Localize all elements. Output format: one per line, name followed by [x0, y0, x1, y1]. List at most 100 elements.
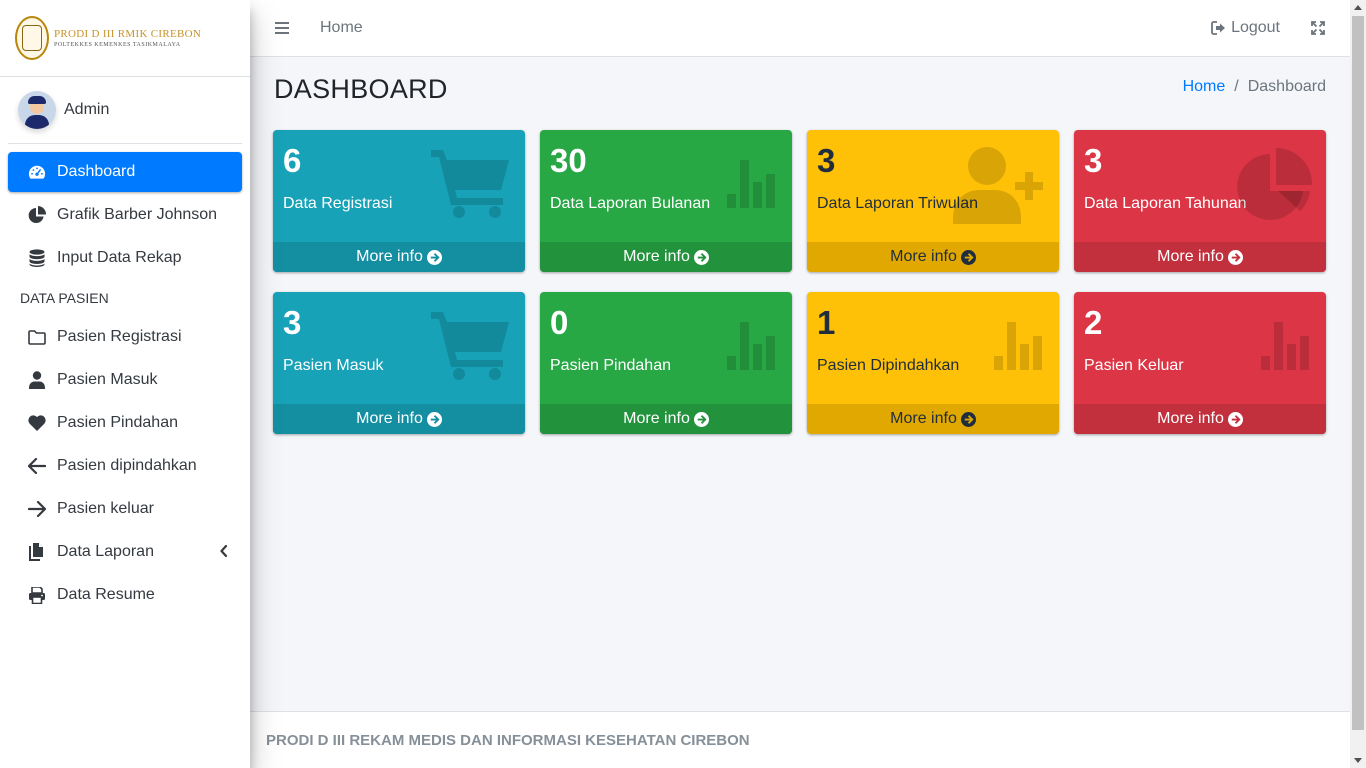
- brand-link[interactable]: PRODI D III RMIK CIREBON POLTEKKES KEMEN…: [0, 0, 250, 77]
- box-label: Data Laporan Tahunan: [1084, 195, 1247, 212]
- box-value: 2: [1084, 304, 1103, 341]
- user-plus-icon: [953, 146, 1049, 229]
- arrow-left-icon: [28, 457, 46, 475]
- avatar: [18, 91, 56, 129]
- scroll-down-arrow-icon[interactable]: [1354, 758, 1362, 763]
- more-info-link[interactable]: More info: [273, 404, 525, 434]
- arrow-circle-right-icon: [426, 411, 442, 427]
- box-value: 3: [1084, 142, 1103, 179]
- box-label: Pasien Dipindahkan: [817, 357, 960, 374]
- pie-chart-icon: [1236, 148, 1313, 225]
- sidebar-item-data-laporan[interactable]: Data Laporan: [8, 532, 242, 572]
- shopping-cart-icon: [431, 308, 511, 387]
- more-info-label: More info: [1157, 248, 1224, 265]
- sidebar: PRODI D III RMIK CIREBON POLTEKKES KEMEN…: [0, 0, 250, 768]
- box-label: Data Laporan Bulanan: [550, 195, 711, 212]
- more-info-label: More info: [623, 248, 690, 265]
- database-icon: [28, 249, 46, 267]
- more-info-link[interactable]: More info: [540, 242, 792, 272]
- more-info-link[interactable]: More info: [807, 242, 1059, 272]
- brand-title: PRODI D III RMIK CIREBON: [54, 27, 202, 40]
- top-navbar: Home Logout: [250, 0, 1350, 57]
- arrow-right-icon: [28, 500, 46, 518]
- sidebar-item-grafik[interactable]: Grafik Barber Johnson: [8, 195, 242, 235]
- more-info-link[interactable]: More info: [540, 404, 792, 434]
- sidebar-item-pasien-pindahan[interactable]: Pasien Pindahan: [8, 403, 242, 443]
- arrow-circle-right-icon: [693, 249, 709, 265]
- more-info-link[interactable]: More info: [807, 404, 1059, 434]
- heart-icon: [28, 414, 46, 432]
- content-header: DASHBOARD Home / Dashboard: [250, 57, 1350, 123]
- small-box-pasien-dipindahkan: 1 Pasien Dipindahkan More info: [807, 292, 1059, 434]
- box-value: 3: [283, 304, 302, 341]
- bar-chart-icon: [994, 322, 1044, 375]
- arrow-circle-right-icon: [1227, 249, 1243, 265]
- brand-logo-icon: [15, 16, 49, 60]
- sidebar-item-pasien-registrasi[interactable]: Pasien Registrasi: [8, 317, 242, 357]
- sidebar-item-label: Dashboard: [57, 163, 136, 180]
- breadcrumb-separator: /: [1234, 78, 1239, 95]
- box-label: Pasien Masuk: [283, 357, 384, 374]
- small-box-laporan-tahunan: 3 Data Laporan Tahunan More info: [1074, 130, 1326, 272]
- more-info-link[interactable]: More info: [273, 242, 525, 272]
- scroll-up-arrow-icon[interactable]: [1354, 5, 1362, 10]
- arrow-circle-right-icon: [960, 249, 976, 265]
- sidebar-item-label: Data Laporan: [57, 543, 154, 560]
- box-label: Pasien Keluar: [1084, 357, 1184, 374]
- sidebar-item-label: Pasien Pindahan: [57, 414, 178, 431]
- footer-text: PRODI D III REKAM MEDIS DAN INFORMASI KE…: [266, 731, 750, 749]
- small-box-pasien-pindahan: 0 Pasien Pindahan More info: [540, 292, 792, 434]
- sidebar-item-label: Pasien keluar: [57, 500, 154, 517]
- bar-chart-icon: [1261, 322, 1311, 375]
- box-value: 30: [550, 142, 587, 179]
- sidebar-item-dashboard[interactable]: Dashboard: [8, 152, 242, 192]
- bar-chart-icon: [727, 322, 777, 375]
- user-icon: [28, 371, 46, 389]
- small-box-laporan-bulanan: 30 Data Laporan Bulanan More info: [540, 130, 792, 272]
- logout-label: Logout: [1231, 19, 1280, 36]
- box-value: 1: [817, 304, 836, 341]
- breadcrumb-home-link[interactable]: Home: [1183, 78, 1226, 96]
- more-info-label: More info: [1157, 410, 1224, 427]
- nav-home-link[interactable]: Home: [320, 19, 363, 37]
- more-info-label: More info: [890, 248, 957, 265]
- main-footer: PRODI D III REKAM MEDIS DAN INFORMASI KE…: [250, 711, 1350, 768]
- sidebar-item-pasien-keluar[interactable]: Pasien keluar: [8, 489, 242, 529]
- arrow-circle-right-icon: [693, 411, 709, 427]
- sidebar-item-label: Pasien dipindahkan: [57, 457, 197, 474]
- small-box-pasien-keluar: 2 Pasien Keluar More info: [1074, 292, 1326, 434]
- sidebar-item-data-resume[interactable]: Data Resume: [8, 575, 242, 615]
- sidebar-item-pasien-dipindahkan[interactable]: Pasien dipindahkan: [8, 446, 242, 486]
- box-label: Data Registrasi: [283, 195, 393, 212]
- more-info-link[interactable]: More info: [1074, 242, 1326, 272]
- sidebar-item-pasien-masuk[interactable]: Pasien Masuk: [8, 360, 242, 400]
- page-title: DASHBOARD: [274, 74, 448, 104]
- hamburger-menu-icon[interactable]: [274, 20, 290, 36]
- user-name[interactable]: Admin: [64, 101, 109, 119]
- more-info-link[interactable]: More info: [1074, 404, 1326, 434]
- box-value: 6: [283, 142, 302, 179]
- sidebar-item-label: Pasien Masuk: [57, 371, 158, 388]
- small-box-laporan-triwulan: 3 Data Laporan Triwulan More info: [807, 130, 1059, 272]
- sidebar-item-label: Data Resume: [57, 586, 155, 603]
- scrollbar-thumb[interactable]: [1352, 16, 1364, 730]
- sidebar-item-label: Grafik Barber Johnson: [57, 206, 218, 223]
- print-icon: [28, 586, 46, 604]
- arrow-circle-right-icon: [426, 249, 442, 265]
- logout-link[interactable]: Logout: [1211, 19, 1280, 37]
- more-info-label: More info: [623, 410, 690, 427]
- copy-icon: [28, 543, 46, 561]
- sidebar-section-header: DATA PASIEN: [20, 290, 109, 306]
- sidebar-item-input-rekap[interactable]: Input Data Rekap: [8, 238, 242, 278]
- chevron-left-icon[interactable]: [220, 544, 228, 562]
- vertical-scrollbar[interactable]: [1350, 0, 1366, 768]
- breadcrumb-current: Dashboard: [1247, 78, 1326, 95]
- sidebar-item-label: Input Data Rekap: [57, 249, 182, 266]
- brand-subtitle: POLTEKKES KEMENKES TASIKMALAYA: [54, 41, 181, 48]
- shopping-cart-icon: [431, 146, 511, 225]
- small-box-pasien-masuk: 3 Pasien Masuk More info: [273, 292, 525, 434]
- arrow-circle-right-icon: [960, 411, 976, 427]
- fullscreen-expand-icon[interactable]: [1310, 20, 1326, 36]
- box-label: Pasien Pindahan: [550, 357, 671, 374]
- sign-out-icon: [1211, 21, 1226, 35]
